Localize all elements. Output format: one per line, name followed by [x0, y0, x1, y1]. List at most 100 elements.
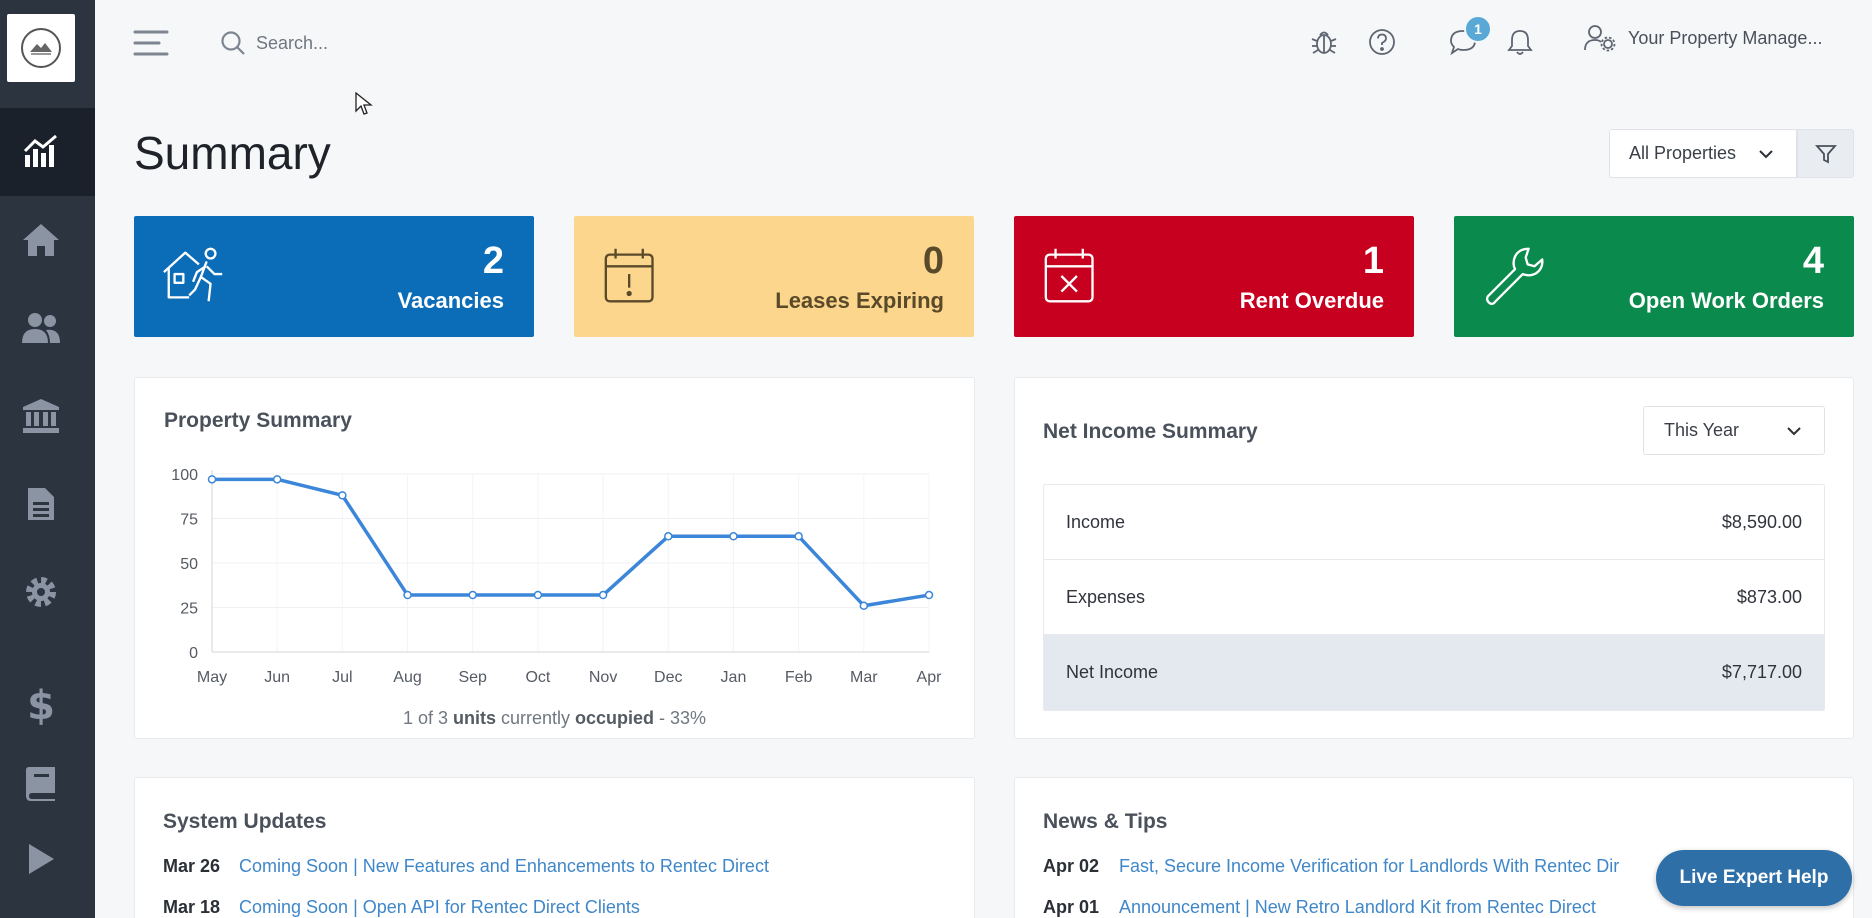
mouse-cursor-icon: [355, 91, 373, 121]
x-tick-label: Jan: [721, 669, 747, 686]
data-point: [859, 601, 869, 610]
row-label: Income: [1066, 511, 1126, 532]
update-date: Mar 18: [163, 897, 221, 917]
row-value: $8,590.00: [1721, 511, 1802, 532]
x-tick-label: Aug: [393, 669, 421, 686]
data-point: [403, 590, 412, 600]
open-work-orders-count: 4: [1802, 240, 1824, 282]
calendar-x-icon: [1044, 248, 1094, 303]
rent-overdue-label: Rent Overdue: [1239, 288, 1384, 313]
data-point: [468, 590, 477, 600]
sidebar-item-videos[interactable]: [18, 836, 64, 882]
table-row: Expenses $873.00: [1044, 560, 1824, 635]
list-item: Apr 01 Announcement | New Retro Landlord…: [1043, 897, 1596, 918]
sidebar-item-guides[interactable]: [18, 760, 64, 806]
hamburger-menu-icon[interactable]: [133, 28, 169, 58]
sidebar-item-accounting[interactable]: [18, 393, 64, 439]
caption-percent: - 33%: [654, 708, 707, 728]
data-point: [794, 532, 803, 541]
news-date: Apr 02: [1043, 856, 1100, 876]
user-gear-icon: [1584, 25, 1616, 52]
home-icon: [23, 224, 59, 256]
news-tips-title: News & Tips: [1043, 810, 1168, 833]
help-button[interactable]: [1366, 26, 1398, 58]
table-row: Net Income $7,717.00: [1044, 635, 1824, 710]
logo-emblem: [21, 28, 61, 68]
rent-overdue-card[interactable]: 1 Rent Overdue: [1014, 216, 1414, 337]
x-tick-label: Jul: [332, 669, 352, 686]
data-point: [729, 532, 738, 541]
search-input[interactable]: [256, 32, 556, 54]
play-icon: [29, 844, 54, 874]
update-link[interactable]: Coming Soon | New Features and Enhanceme…: [239, 856, 769, 877]
system-updates-title: System Updates: [163, 810, 327, 833]
sidebar-item-people[interactable]: [18, 305, 64, 351]
x-tick-label: May: [197, 669, 227, 686]
leases-expiring-label: Leases Expiring: [775, 288, 944, 313]
caption-units: units: [452, 708, 496, 728]
table-row: Income $8,590.00: [1044, 485, 1824, 560]
net-income-title: Net Income Summary: [1043, 420, 1258, 443]
sidebar-item-billing[interactable]: $: [18, 683, 64, 729]
property-filter-select[interactable]: All Properties: [1609, 129, 1797, 178]
calendar-alert-icon: [604, 248, 654, 303]
list-item: Mar 26 Coming Soon | New Features and En…: [163, 856, 769, 877]
news-link[interactable]: Announcement | New Retro Landlord Kit fr…: [1119, 897, 1596, 918]
open-work-orders-card[interactable]: 4 Open Work Orders: [1454, 216, 1854, 337]
net-income-table: Income $8,590.00 Expenses $873.00 Net Inco…: [1043, 484, 1825, 711]
document-icon: [28, 488, 54, 520]
data-point: [664, 532, 673, 541]
sidebar-item-properties[interactable]: [18, 217, 64, 263]
messages-count-badge: 1: [1464, 15, 1492, 43]
y-tick-label: 100: [171, 467, 198, 484]
news-date: Apr 01: [1043, 897, 1100, 917]
period-select[interactable]: This Year: [1643, 406, 1825, 455]
news-link[interactable]: Fast, Secure Income Verification for Lan…: [1119, 856, 1619, 877]
data-point: [338, 491, 347, 500]
property-summary-panel: Property Summary 0 25 50 75 100 May Jun Jul Aug S…: [134, 377, 975, 739]
x-tick-label: Nov: [589, 669, 617, 686]
occupancy-caption: 1 of 3 units currently occupied - 33%: [135, 708, 974, 729]
vacancies-card[interactable]: 2 Vacancies: [134, 216, 534, 337]
x-tick-label: Apr: [917, 669, 943, 686]
question-circle-icon: [1369, 29, 1395, 55]
users-icon: [22, 313, 60, 343]
rent-overdue-count: 1: [1362, 240, 1384, 282]
list-item: Apr 02 Fast, Secure Income Verification …: [1043, 856, 1663, 877]
notifications-button[interactable]: [1504, 26, 1536, 58]
x-tick-label: Mar: [850, 669, 878, 686]
row-label: Net Income: [1066, 662, 1159, 682]
x-tick-label: Dec: [654, 669, 682, 686]
sidebar-item-dashboard[interactable]: [18, 129, 64, 175]
update-link[interactable]: Coming Soon | Open API for Rentec Direct…: [239, 897, 640, 918]
book-icon: [26, 767, 55, 801]
bug-report-button[interactable]: [1308, 26, 1340, 58]
search-icon: [221, 31, 245, 55]
period-value: This Year: [1664, 420, 1740, 440]
search-bar[interactable]: [220, 26, 600, 60]
row-value: $873.00: [1736, 586, 1802, 607]
live-expert-help-button[interactable]: Live Expert Help: [1656, 850, 1852, 906]
y-tick-label: 0: [189, 645, 198, 662]
sidebar-item-documents[interactable]: [18, 481, 64, 527]
filter-button[interactable]: [1797, 129, 1854, 178]
x-tick-label: Sep: [458, 669, 487, 686]
y-tick-label: 25: [180, 601, 198, 618]
data-point: [272, 475, 282, 484]
open-work-orders-label: Open Work Orders: [1628, 288, 1824, 313]
property-filter-value: All Properties: [1629, 143, 1737, 163]
x-tick-label: Feb: [785, 669, 813, 686]
data-point: [598, 590, 608, 600]
caption-part: 1 of 3: [402, 708, 453, 728]
vacancies-count: 2: [482, 240, 504, 282]
sidebar: $: [0, 0, 95, 918]
user-menu[interactable]: Your Property Manage...: [1584, 24, 1822, 52]
leases-expiring-card[interactable]: 0 Leases Expiring: [574, 216, 974, 337]
bug-icon: [1311, 31, 1337, 54]
x-tick-label: Oct: [525, 669, 550, 686]
row-value: $7,717.00: [1721, 662, 1802, 682]
sidebar-item-settings[interactable]: [18, 569, 64, 615]
company-logo[interactable]: [7, 14, 75, 82]
leases-expiring-count: 0: [922, 240, 944, 282]
chart-icon: [23, 135, 57, 167]
